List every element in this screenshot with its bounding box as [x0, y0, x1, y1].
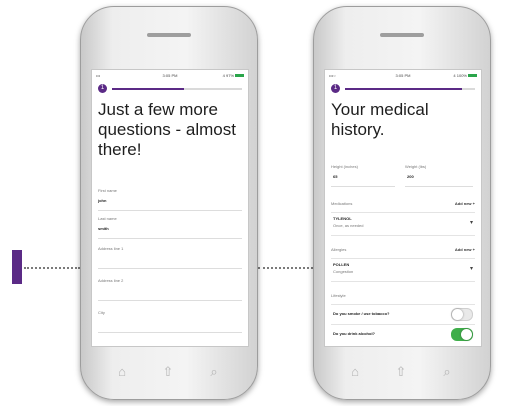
field-value: smith	[98, 226, 109, 231]
screen-medical-history: •••○ 3:05 PM 4 100% 1 Your medical histo…	[324, 69, 482, 347]
phone-left: ••• 3:05 PM 4 97% 1 Just a few more ques…	[80, 6, 258, 400]
home-icon[interactable]: ⌂	[113, 363, 131, 381]
upload-icon[interactable]: ⇧	[159, 363, 177, 381]
search-icon[interactable]: ⌕	[205, 363, 223, 381]
status-bar: ••• 3:05 PM 4 97%	[92, 72, 248, 80]
section-label: Medications	[331, 201, 353, 206]
battery-indicator: 4 100%	[453, 73, 477, 78]
field-label: Height (inches)	[331, 164, 358, 169]
upload-icon[interactable]: ⇧	[392, 363, 410, 381]
allergies-section-header: Allergies Add new +	[331, 246, 475, 254]
question-text: Do you smoke / use tobacco?	[333, 311, 390, 316]
medication-dosage: Once, as needed	[333, 223, 364, 228]
step-marker	[12, 250, 22, 284]
bottom-nav: ⌂ ⇧ ⌕	[101, 357, 237, 387]
last-name-field[interactable]: Last name smith	[98, 216, 242, 239]
page-title: Your medical history.	[331, 100, 429, 139]
back-button[interactable]: 1	[98, 84, 107, 93]
screen-personal-info: ••• 3:05 PM 4 97% 1 Just a few more ques…	[91, 69, 249, 347]
progress-bar: 1	[98, 84, 242, 94]
medication-name: TYLENOL	[333, 216, 352, 221]
battery-indicator: 4 97%	[223, 73, 244, 78]
allergy-name: POLLEN	[333, 262, 350, 267]
connector-line-left	[24, 267, 80, 269]
connector-line-middle	[258, 267, 313, 269]
field-label: First name	[98, 188, 117, 193]
search-icon[interactable]: ⌕	[438, 363, 456, 381]
medication-item[interactable]: TYLENOL Once, as needed ▾	[331, 212, 475, 236]
phone-right: •••○ 3:05 PM 4 100% 1 Your medical histo…	[313, 6, 491, 400]
smoking-toggle[interactable]	[451, 308, 473, 321]
field-label: City	[98, 310, 105, 315]
field-label: Address line 2	[98, 278, 124, 283]
field-value: 65	[333, 174, 338, 179]
section-label: Allergies	[331, 247, 347, 252]
chevron-down-icon[interactable]: ▾	[470, 265, 473, 272]
battery-icon	[235, 74, 244, 78]
field-value: 200	[407, 174, 414, 179]
progress-fill	[112, 88, 184, 90]
progress-bar: 1	[331, 84, 475, 94]
allergy-reaction: Congestion	[333, 269, 354, 274]
add-medication-button[interactable]: Add new +	[455, 201, 475, 206]
first-name-field[interactable]: First name john	[98, 188, 242, 211]
toggle-knob	[452, 309, 463, 320]
question-text: Do you drink alcohol?	[333, 331, 376, 336]
chevron-down-icon[interactable]: ▾	[470, 219, 473, 226]
smoking-question-row: Do you smoke / use tobacco?	[331, 304, 475, 323]
home-icon[interactable]: ⌂	[346, 363, 364, 381]
toggle-knob	[461, 329, 472, 340]
field-label: Last name	[98, 216, 117, 221]
lifestyle-section-header: Lifestyle	[331, 292, 475, 300]
bottom-nav: ⌂ ⇧ ⌕	[334, 357, 470, 387]
field-label: Address line 1	[98, 246, 124, 251]
battery-icon	[468, 74, 477, 78]
height-field[interactable]: Height (inches) 65	[331, 164, 395, 187]
weight-field[interactable]: Weight (lbs) 200	[405, 164, 473, 187]
field-value: john	[98, 198, 107, 203]
address-line-2-field[interactable]: Address line 2	[98, 278, 242, 301]
alcohol-toggle[interactable]	[451, 328, 473, 341]
allergy-item[interactable]: POLLEN Congestion ▾	[331, 258, 475, 282]
phone-speaker	[147, 33, 191, 37]
status-bar: •••○ 3:05 PM 4 100%	[325, 72, 481, 80]
medications-section-header: Medications Add new +	[331, 200, 475, 208]
add-allergy-button[interactable]: Add new +	[455, 247, 475, 252]
city-field[interactable]: City	[98, 310, 242, 333]
page-title: Just a few more questions - almost there…	[98, 100, 236, 159]
address-line-1-field[interactable]: Address line 1	[98, 246, 242, 269]
phone-speaker	[380, 33, 424, 37]
field-label: Weight (lbs)	[405, 164, 427, 169]
section-label: Lifestyle	[331, 293, 346, 298]
alcohol-question-row: Do you drink alcohol?	[331, 324, 475, 343]
progress-fill	[345, 88, 462, 90]
back-button[interactable]: 1	[331, 84, 340, 93]
